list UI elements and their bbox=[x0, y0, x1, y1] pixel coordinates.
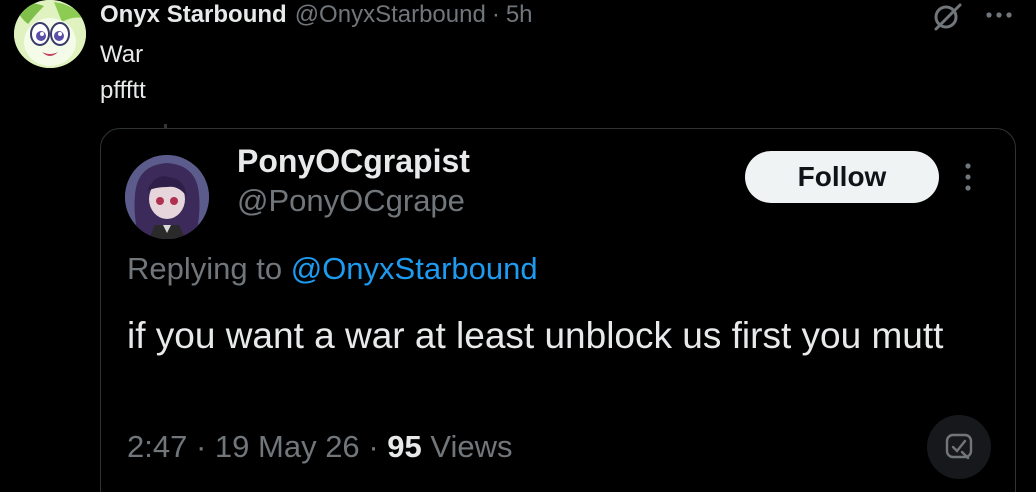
header-separator: · bbox=[491, 1, 500, 28]
replying-to-line: Replying to @OnyxStarbound bbox=[127, 251, 538, 287]
quoted-post-meta: 2:47 · 19 May 26 · 95 Views bbox=[127, 429, 513, 465]
post-author-handle[interactable]: @OnyxStarbound bbox=[295, 1, 486, 29]
quoted-time[interactable]: 2:47 bbox=[127, 429, 187, 464]
character-avatar-icon bbox=[125, 155, 209, 239]
quoted-date[interactable]: 19 May 26 bbox=[215, 429, 360, 464]
post-text-line: War bbox=[100, 41, 144, 68]
post-text-line: pffftt bbox=[100, 77, 146, 104]
more-dots-icon[interactable] bbox=[984, 4, 1014, 26]
quoted-author-handle[interactable]: @PonyOCgrape bbox=[237, 183, 465, 219]
quoted-post-card[interactable]: PonyOCgrapist @PonyOCgrape Follow Replyi… bbox=[100, 128, 1016, 492]
grok-glyph-icon bbox=[934, 3, 962, 31]
quoted-post-text: if you want a war at least unblock us fi… bbox=[127, 315, 944, 356]
meta-separator: · bbox=[195, 429, 207, 464]
quoted-author-avatar[interactable] bbox=[125, 155, 209, 239]
more-dots-glyph bbox=[986, 12, 1012, 18]
post-timestamp[interactable]: 5h bbox=[506, 1, 533, 29]
pony-avatar-icon bbox=[14, 0, 86, 68]
vertical-dots-icon[interactable] bbox=[961, 161, 975, 193]
vertical-dots-glyph bbox=[965, 163, 971, 191]
replying-handle-link[interactable]: @OnyxStarbound bbox=[291, 251, 538, 286]
post-author-avatar[interactable] bbox=[14, 0, 86, 68]
grok-icon[interactable] bbox=[930, 2, 964, 32]
views-count: 95 bbox=[387, 429, 422, 464]
meta-separator: · bbox=[368, 429, 379, 464]
post-author-name[interactable]: Onyx Starbound bbox=[100, 1, 287, 29]
quoted-author-name[interactable]: PonyOCgrapist bbox=[237, 143, 470, 180]
replying-prefix: Replying to bbox=[127, 251, 283, 286]
follow-button[interactable]: Follow bbox=[745, 151, 939, 203]
grok-explain-icon bbox=[945, 433, 973, 460]
timeline-page: Onyx Starbound @OnyxStarbound · 5h War p… bbox=[0, 0, 1036, 492]
post-header: Onyx Starbound @OnyxStarbound · 5h bbox=[100, 0, 533, 30]
views-label: Views bbox=[430, 429, 513, 464]
grok-explain-button[interactable] bbox=[927, 415, 991, 479]
